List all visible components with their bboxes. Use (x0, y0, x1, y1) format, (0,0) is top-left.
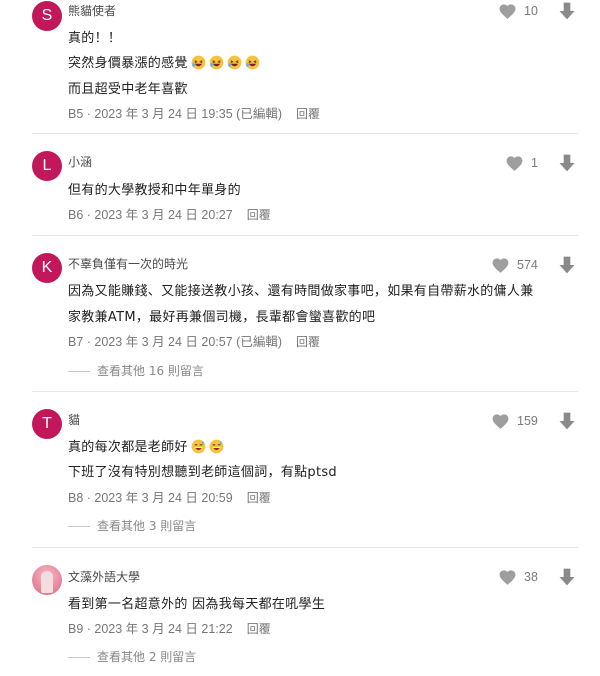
rofl-emoji (191, 55, 206, 70)
rofl-emoji (227, 55, 242, 70)
comment-floor-timestamp: B6 · 2023 年 3 月 24 日 20:27 (68, 208, 233, 222)
heart-icon (491, 412, 510, 431)
view-more-replies-link[interactable]: 查看其他 2 則留言 (68, 648, 196, 665)
sweat-smile-emoji (191, 439, 206, 454)
comment-floor-timestamp: B7 · 2023 年 3 月 24 日 20:57 (已編輯) (68, 335, 282, 349)
heart-icon (505, 154, 524, 173)
downvote-arrow-icon[interactable] (557, 567, 577, 587)
comment-text-line: 突然身價暴漲的感覺 (68, 52, 260, 71)
comment-meta: B8 · 2023 年 3 月 24 日 20:59 回覆 (68, 487, 271, 506)
divider (32, 547, 578, 548)
downvote-arrow-icon[interactable] (557, 1, 577, 21)
rofl-emoji (245, 55, 260, 70)
like-button[interactable]: 38 (498, 567, 538, 587)
comment-text-line: 真的！！ (68, 31, 122, 46)
comment-text-span: 真的每次都是老師好 (68, 440, 188, 455)
comment-text-line: 真的每次都是老師好 (68, 436, 224, 455)
reply-link[interactable]: 回覆 (296, 107, 320, 121)
comment-text-line: 下班了沒有特別想聽到老師這個詞，有點ptsd (68, 465, 337, 480)
divider (32, 235, 578, 236)
sweat-smile-emoji (209, 439, 224, 454)
downvote-arrow-icon[interactable] (557, 411, 577, 431)
comment-meta: B9 · 2023 年 3 月 24 日 21:22 回覆 (68, 618, 271, 637)
like-count: 159 (517, 414, 538, 428)
comment-text-line: 看到第一名超意外的 因為我每天都在吼學生 (68, 597, 326, 612)
comment-floor-timestamp: B5 · 2023 年 3 月 24 日 19:35 (已編輯) (68, 107, 282, 121)
comment-author[interactable]: 文藻外語大學 (68, 568, 140, 585)
heart-icon (491, 256, 510, 275)
avatar[interactable]: S (32, 1, 62, 31)
like-button[interactable]: 574 (491, 255, 538, 275)
reply-link[interactable]: 回覆 (247, 491, 271, 505)
heart-icon (498, 2, 517, 21)
avatar-silhouette (41, 571, 53, 593)
view-more-replies-label: 查看其他 2 則留言 (97, 650, 197, 664)
comment-text-line: 因為又能賺錢、又能接送教小孩、還有時間做家事吧，如果有自帶薪水的傭人兼 (68, 284, 534, 299)
reply-link[interactable]: 回覆 (247, 622, 271, 636)
view-more-replies-label: 查看其他 3 則留言 (97, 519, 197, 533)
avatar[interactable]: K (32, 253, 62, 283)
comment-text-line: 但有的大學教授和中年單身的 (68, 183, 241, 198)
replies-dash (68, 657, 90, 658)
like-count: 38 (524, 570, 538, 584)
comment-author[interactable]: 熊貓使者 (68, 2, 116, 19)
comment-author[interactable]: 貓 (68, 411, 80, 428)
heart-icon (498, 568, 517, 587)
downvote-arrow-icon[interactable] (557, 255, 577, 275)
divider (32, 133, 578, 134)
comment-text-line: 家教兼ATM，最好再兼個司機，長輩都會蠻喜歡的吧 (68, 310, 376, 325)
comment-meta: B7 · 2023 年 3 月 24 日 20:57 (已編輯) 回覆 (68, 331, 320, 350)
replies-dash (68, 526, 90, 527)
rofl-emoji (209, 55, 224, 70)
comment-floor-timestamp: B8 · 2023 年 3 月 24 日 20:59 (68, 491, 233, 505)
like-button[interactable]: 10 (498, 1, 538, 21)
replies-dash (68, 371, 90, 372)
avatar[interactable] (32, 565, 62, 595)
like-count: 574 (517, 258, 538, 272)
downvote-arrow-icon[interactable] (557, 153, 577, 173)
like-count: 1 (531, 156, 538, 170)
comment-author[interactable]: 小涵 (68, 153, 92, 170)
comment-text-line: 而且超受中老年喜歡 (68, 82, 188, 97)
reply-link[interactable]: 回覆 (296, 335, 320, 349)
comment-meta: B5 · 2023 年 3 月 24 日 19:35 (已編輯) 回覆 (68, 103, 320, 122)
comment-meta: B6 · 2023 年 3 月 24 日 20:27 回覆 (68, 204, 271, 223)
like-count: 10 (524, 4, 538, 18)
avatar[interactable]: T (32, 409, 62, 439)
reply-link[interactable]: 回覆 (247, 208, 271, 222)
like-button[interactable]: 159 (491, 411, 538, 431)
comment-floor-timestamp: B9 · 2023 年 3 月 24 日 21:22 (68, 622, 233, 636)
like-button[interactable]: 1 (505, 153, 538, 173)
view-more-replies-link[interactable]: 查看其他 16 則留言 (68, 362, 204, 379)
view-more-replies-link[interactable]: 查看其他 3 則留言 (68, 517, 196, 534)
comment-author[interactable]: 不辜負僅有一次的時光 (68, 255, 188, 272)
comment-text-span: 突然身價暴漲的感覺 (68, 56, 188, 71)
view-more-replies-label: 查看其他 16 則留言 (97, 364, 204, 378)
divider (32, 391, 578, 392)
avatar[interactable]: L (32, 151, 62, 181)
